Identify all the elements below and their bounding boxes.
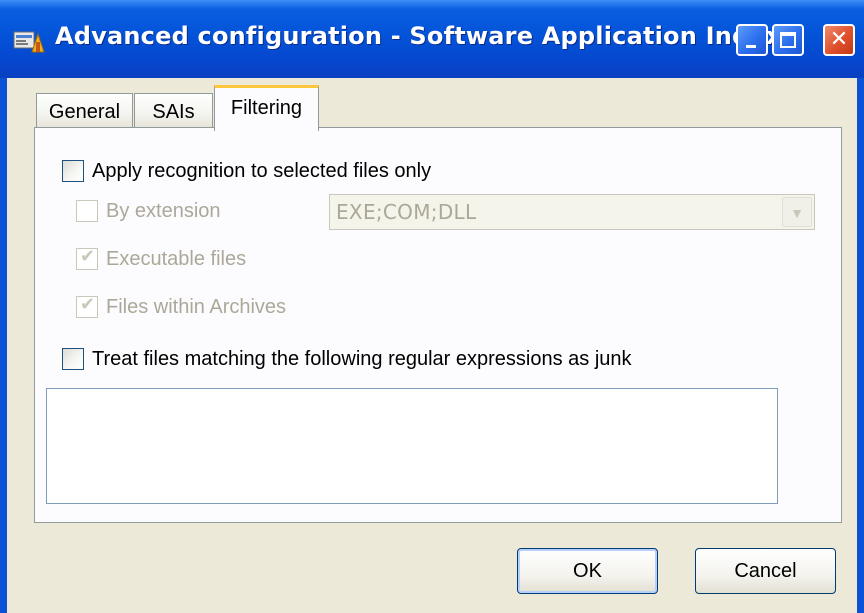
window-title: Advanced configuration - Software Applic… — [55, 22, 782, 50]
close-icon: ✕ — [829, 27, 849, 52]
tab-filtering[interactable]: Filtering — [214, 85, 319, 131]
minimize-icon — [746, 45, 756, 48]
by-extension-checkbox[interactable] — [76, 200, 98, 222]
executable-files-label: Executable files — [106, 248, 247, 270]
close-button[interactable]: ✕ — [823, 24, 855, 56]
title-bar[interactable]: Advanced configuration - Software Applic… — [0, 0, 864, 78]
extension-combobox[interactable]: EXE;COM;DLL ▼ — [329, 194, 815, 230]
executable-files-checkbox[interactable]: ✔ — [76, 246, 98, 270]
minimize-button[interactable] — [736, 24, 768, 56]
treat-as-junk-label: Treat files matching the following regul… — [92, 348, 632, 370]
files-within-archives-checkbox[interactable]: ✔ — [76, 294, 98, 318]
tab-general[interactable]: General — [36, 93, 133, 129]
cancel-button[interactable]: Cancel — [695, 548, 836, 594]
checkmark-icon: ✔ — [80, 246, 96, 267]
dialog-window: Advanced configuration - Software Applic… — [0, 0, 864, 613]
apply-recognition-label: Apply recognition to selected files only — [92, 160, 432, 182]
maximize-icon — [780, 32, 796, 48]
dialog-body: General SAIs Filtering Apply recognition… — [7, 78, 857, 613]
extension-value: EXE;COM;DLL — [336, 200, 477, 224]
chevron-down-icon[interactable]: ▼ — [782, 197, 812, 227]
app-icon — [13, 31, 45, 53]
maximize-button[interactable] — [772, 24, 804, 56]
ok-button[interactable]: OK — [517, 548, 658, 594]
tab-sais[interactable]: SAIs — [134, 93, 213, 129]
by-extension-label: By extension — [106, 200, 221, 222]
files-within-archives-label: Files within Archives — [106, 296, 287, 318]
regex-textarea[interactable] — [46, 388, 778, 504]
apply-recognition-checkbox[interactable] — [62, 160, 84, 182]
treat-as-junk-checkbox[interactable] — [62, 348, 84, 370]
checkmark-icon: ✔ — [80, 294, 96, 315]
